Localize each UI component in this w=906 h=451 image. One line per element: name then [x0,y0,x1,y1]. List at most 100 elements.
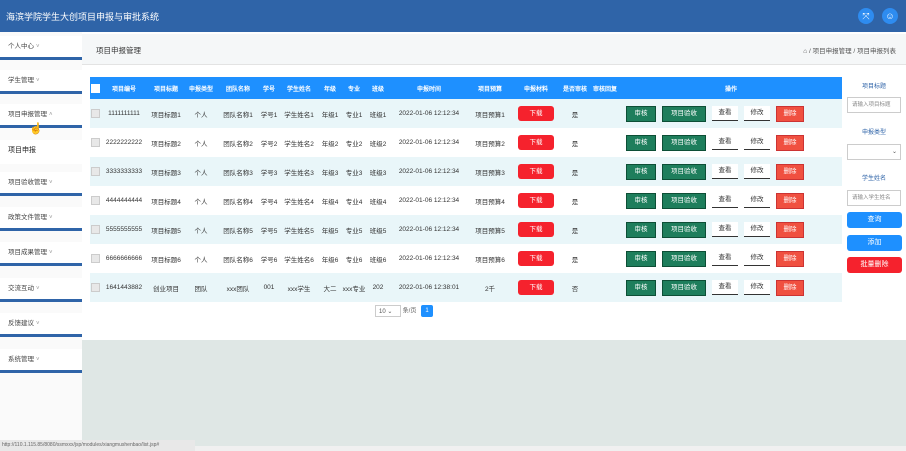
delete-button[interactable]: 删除 [776,134,804,151]
column-header[interactable]: 申报类型 [184,77,218,99]
download-button[interactable]: 下载 [518,222,554,237]
top-header-bar: 海滨学院学生大创项目申报与审批系统 ⤧ ☺ [0,0,906,32]
edit-button[interactable]: 修改 [744,164,770,179]
view-button[interactable]: 查看 [712,164,738,179]
view-button[interactable]: 查看 [712,106,738,121]
table-row: 2222222222 项目标题2 个人 团队名称2 学号2 学生姓名2 年级2 专业2 班级2 2… [90,128,842,157]
acceptance-button[interactable]: 项目验收 [662,134,706,151]
delete-button[interactable]: 删除 [776,192,804,209]
table-cell: 学生姓名2 [280,128,318,157]
row-checkbox[interactable] [90,254,100,263]
column-header[interactable]: 项目预算 [468,77,512,99]
table-cell: 年级3 [318,157,342,186]
chevron-down-icon: ˅ [49,215,53,221]
table-cell: 是 [560,157,590,186]
select-all-checkbox[interactable] [90,83,100,93]
sidebar-item-personal-center[interactable]: 个人中心 ˅ [0,36,82,60]
table-cell: 项目预算1 [468,99,512,128]
download-button[interactable]: 下载 [518,193,554,208]
column-header[interactable]: 团队名称 [218,77,258,99]
view-button[interactable]: 查看 [712,135,738,150]
row-checkbox[interactable] [90,109,100,118]
download-button[interactable]: 下载 [518,106,554,121]
delete-button[interactable]: 删除 [776,279,804,296]
home-icon[interactable]: ⌂ [803,48,807,55]
row-checkbox[interactable] [90,138,100,147]
add-button[interactable]: 添加 [847,235,902,251]
sidebar-item-project-declaration[interactable]: 项目申报 [0,140,82,164]
edit-button[interactable]: 修改 [744,280,770,295]
row-checkbox[interactable] [90,225,100,234]
review-button[interactable]: 审核 [626,250,656,267]
edit-button[interactable]: 修改 [744,222,770,237]
column-header[interactable]: 项目标题 [148,77,184,99]
column-header[interactable]: 审核回复 [590,77,620,99]
view-button[interactable]: 查看 [712,222,738,237]
review-button[interactable]: 审核 [626,192,656,209]
sidebar-item-student-management[interactable]: 学生管理 ˅ [0,70,82,94]
column-header[interactable]: 学生姓名 [280,77,318,99]
actions-cell: 审核 项目验收 查看 修改 删除 [620,99,842,128]
column-header[interactable]: 项目编号 [100,77,148,99]
view-button[interactable]: 查看 [712,251,738,266]
table-cell: 项目预算5 [468,215,512,244]
column-header[interactable]: 学号 [258,77,280,99]
batch-delete-button[interactable]: 批量删除 [847,257,902,273]
review-button[interactable]: 审核 [626,105,656,122]
project-table: 项目编号 项目标题 申报类型 团队名称 学号 学生姓名 年级 专业 班级 申报时… [90,77,842,302]
review-button[interactable]: 审核 [626,163,656,180]
student-name-input[interactable]: 请输入学生姓名 [847,190,901,206]
acceptance-button[interactable]: 项目验收 [662,250,706,267]
acceptance-button[interactable]: 项目验收 [662,192,706,209]
edit-button[interactable]: 修改 [744,251,770,266]
actions-cell: 审核 项目验收 查看 修改 删除 [620,128,842,157]
sidebar-item-system-management[interactable]: 系统管理 ˅ [0,349,82,373]
sidebar-item-feedback[interactable]: 反馈建议 ˅ [0,313,82,337]
edit-button[interactable]: 修改 [744,193,770,208]
row-checkbox[interactable] [90,167,100,176]
user-icon[interactable]: ☺ [882,8,898,24]
review-button[interactable]: 审核 [626,221,656,238]
edit-button[interactable]: 修改 [744,135,770,150]
table-cell: 个人 [184,186,218,215]
review-button[interactable]: 审核 [626,279,656,296]
sidebar-item-policy-document-management[interactable]: 政策文件管理 ˅ [0,207,82,231]
column-header[interactable]: 班级 [366,77,390,99]
project-title-input[interactable]: 请输入项目标题 [847,97,901,113]
search-button[interactable]: 查询 [847,212,902,228]
download-button[interactable]: 下载 [518,251,554,266]
sidebar-item-label: 系统管理 [8,356,34,363]
row-checkbox[interactable] [90,196,100,205]
download-button[interactable]: 下载 [518,135,554,150]
edit-button[interactable]: 修改 [744,106,770,121]
material-cell: 下载 [512,99,560,128]
page-size-select[interactable]: 10 ⌄ [375,305,401,317]
delete-button[interactable]: 删除 [776,163,804,180]
acceptance-button[interactable]: 项目验收 [662,163,706,180]
delete-button[interactable]: 删除 [776,221,804,238]
sidebar-item-project-acceptance-management[interactable]: 项目验收管理 ˅ [0,172,82,196]
acceptance-button[interactable]: 项目验收 [662,221,706,238]
page-number-button[interactable]: 1 [421,305,434,317]
delete-button[interactable]: 删除 [776,250,804,267]
download-button[interactable]: 下载 [518,280,554,295]
view-button[interactable]: 查看 [712,280,738,295]
sidebar-item-communication[interactable]: 交流互动 ˅ [0,278,82,302]
view-button[interactable]: 查看 [712,193,738,208]
acceptance-button[interactable]: 项目验收 [662,105,706,122]
column-header[interactable]: 是否审核 [560,77,590,99]
column-header[interactable]: 年级 [318,77,342,99]
expand-icon[interactable]: ⤧ [858,8,874,24]
column-header[interactable]: 申报时间 [390,77,468,99]
delete-button[interactable]: 删除 [776,105,804,122]
review-button[interactable]: 审核 [626,134,656,151]
column-header[interactable]: 专业 [342,77,366,99]
download-button[interactable]: 下载 [518,164,554,179]
acceptance-button[interactable]: 项目验收 [662,279,706,296]
row-checkbox[interactable] [90,283,100,292]
table-cell: 2千 [468,273,512,302]
sidebar-item-project-results-management[interactable]: 项目成果管理 ˅ [0,242,82,266]
declare-type-select[interactable]: ⌄ [847,144,901,160]
actions-cell: 审核 项目验收 查看 修改 删除 [620,244,842,273]
sidebar-item-label: 学生管理 [8,77,34,84]
